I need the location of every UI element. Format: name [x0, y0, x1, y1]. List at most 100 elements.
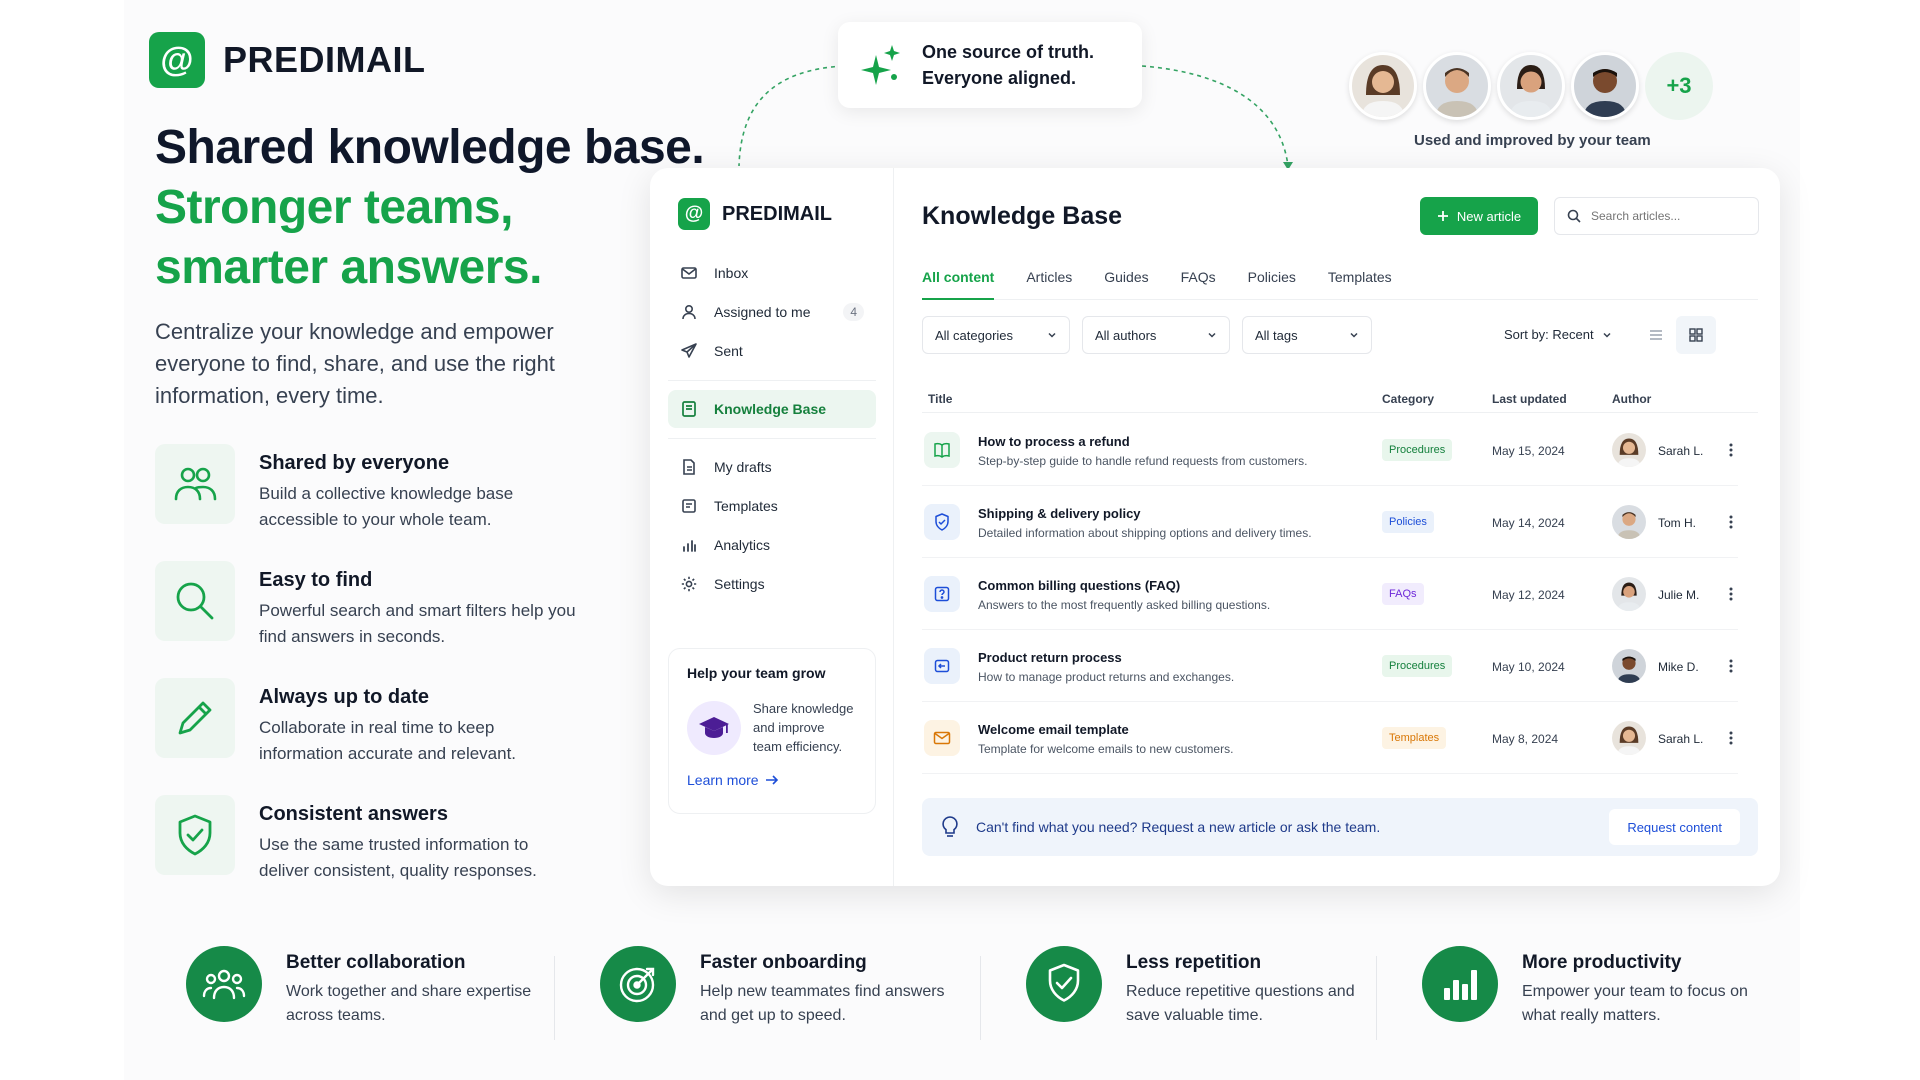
table-row[interactable]: Product return process How to manage pro…	[922, 630, 1738, 702]
hero-subtitle: Stronger teams, smarter answers.	[155, 178, 542, 298]
filter-label: All categories	[935, 327, 1014, 343]
table-row[interactable]: Welcome email template Template for welc…	[922, 702, 1738, 774]
main-panel: Knowledge Base New article All content A…	[894, 168, 1780, 886]
sidebar-divider	[668, 380, 876, 381]
table-row[interactable]: Shipping & delivery policy Detailed info…	[922, 486, 1738, 558]
feature-desc: Use the same trusted information to deli…	[259, 835, 537, 880]
sidebar-item-label: Knowledge Base	[714, 401, 827, 417]
column-header-category[interactable]: Category	[1382, 392, 1434, 406]
book-open-icon	[924, 432, 960, 468]
sidebar-item-drafts[interactable]: My drafts	[668, 448, 876, 486]
feature-title: Easy to find	[259, 569, 373, 591]
graduation-cap-icon	[687, 700, 741, 755]
feature-desc: Collaborate in real time to keep informa…	[259, 718, 517, 763]
article-description: Detailed information about shipping opti…	[978, 526, 1312, 540]
article-title[interactable]: Welcome email template	[978, 722, 1129, 737]
article-description: Template for welcome emails to new custo…	[978, 742, 1234, 756]
return-icon	[924, 648, 960, 684]
benefit-desc: Help new teammates find answers and get …	[700, 983, 945, 1024]
promo-text: Share knowledge and improve team efficie…	[753, 701, 854, 754]
more-actions-icon[interactable]	[1722, 656, 1740, 676]
request-content-button[interactable]: Request content	[1609, 809, 1740, 845]
tab-guides[interactable]: Guides	[1104, 264, 1148, 300]
more-actions-icon[interactable]	[1722, 584, 1740, 604]
sidebar-item-sent[interactable]: Sent	[668, 332, 876, 370]
team-avatars: +3	[1349, 52, 1713, 120]
assigned-count-badge: 4	[843, 303, 864, 321]
hero-subtitle-line2: smarter answers.	[155, 241, 542, 294]
benefit-desc: Empower your team to focus on what reall…	[1522, 983, 1748, 1024]
sidebar-item-label: Sent	[714, 343, 743, 359]
article-title[interactable]: Product return process	[978, 650, 1122, 665]
grid-view-button[interactable]	[1676, 316, 1716, 354]
benefit-desc: Reduce repetitive questions and save val…	[1126, 983, 1355, 1024]
search-icon	[1567, 209, 1581, 223]
search-box[interactable]	[1554, 197, 1759, 235]
more-actions-icon[interactable]	[1722, 728, 1740, 748]
content-tabs: All content Articles Guides FAQs Policie…	[922, 264, 1758, 300]
chevron-down-icon	[1602, 330, 1612, 340]
sort-dropdown[interactable]: Sort by: Recent	[1504, 327, 1612, 342]
search-input[interactable]	[1591, 209, 1741, 223]
divider	[980, 956, 981, 1040]
new-article-button[interactable]: New article	[1420, 197, 1538, 235]
bar-chart-icon	[1422, 946, 1498, 1022]
brand-logo: @	[678, 198, 710, 230]
shield-check-icon	[155, 795, 235, 875]
article-title[interactable]: Common billing questions (FAQ)	[978, 578, 1180, 593]
category-filter[interactable]: All categories	[922, 316, 1070, 354]
sidebar-item-settings[interactable]: Settings	[668, 565, 876, 603]
column-header-author[interactable]: Author	[1612, 392, 1651, 406]
category-badge: Procedures	[1382, 439, 1453, 461]
more-actions-icon[interactable]	[1722, 512, 1740, 532]
tab-policies[interactable]: Policies	[1248, 264, 1296, 300]
feature-title: Always up to date	[259, 686, 430, 708]
column-header-updated[interactable]: Last updated	[1492, 392, 1567, 406]
template-icon	[680, 497, 698, 515]
tab-articles[interactable]: Articles	[1026, 264, 1072, 300]
more-actions-icon[interactable]	[1722, 440, 1740, 460]
tag-filter[interactable]: All tags	[1242, 316, 1372, 354]
sidebar-item-inbox[interactable]: Inbox	[668, 254, 876, 292]
benefit-item: Faster onboarding Help new teammates fin…	[600, 946, 960, 1028]
avatar	[1612, 505, 1646, 539]
sidebar-item-knowledge-base[interactable]: Knowledge Base	[668, 390, 876, 428]
sidebar-item-analytics[interactable]: Analytics	[668, 526, 876, 564]
sidebar-brand: @ PREDIMAIL	[678, 198, 832, 230]
column-header-title[interactable]: Title	[928, 392, 952, 406]
category-badge: Policies	[1382, 511, 1434, 533]
connector-line-right	[1141, 65, 1293, 170]
list-view-button[interactable]	[1636, 316, 1676, 354]
lightbulb-icon	[940, 815, 960, 839]
tab-templates[interactable]: Templates	[1328, 264, 1392, 300]
avatar	[1612, 433, 1646, 467]
feature-item: Easy to find Powerful search and smart f…	[155, 561, 595, 678]
table-row[interactable]: Common billing questions (FAQ) Answers t…	[922, 558, 1738, 630]
more-members-badge[interactable]: +3	[1645, 52, 1713, 120]
hero-subtitle-line1: Stronger teams,	[155, 181, 513, 234]
new-article-label: New article	[1456, 208, 1522, 224]
sidebar-item-assigned[interactable]: Assigned to me 4	[668, 293, 876, 331]
author-name: Mike D.	[1658, 660, 1699, 674]
author-filter[interactable]: All authors	[1082, 316, 1230, 354]
learn-more-link[interactable]: Learn more	[687, 772, 857, 788]
benefit-title: Better collaboration	[286, 952, 466, 973]
divider	[1376, 956, 1377, 1040]
user-icon	[680, 303, 698, 321]
last-updated: May 8, 2024	[1492, 732, 1559, 746]
sidebar-item-templates[interactable]: Templates	[668, 487, 876, 525]
app-window: @ PREDIMAIL Inbox Assigned to me 4 Sent …	[650, 168, 1780, 886]
avatar	[1612, 577, 1646, 611]
article-title[interactable]: Shipping & delivery policy	[978, 506, 1141, 521]
table-row[interactable]: How to process a refund Step-by-step gui…	[922, 414, 1738, 486]
shield-check-icon	[1026, 946, 1102, 1022]
avatar	[1423, 52, 1491, 120]
tab-faqs[interactable]: FAQs	[1181, 264, 1216, 300]
help-text: Can't find what you need? Request a new …	[976, 819, 1381, 835]
connector-line-left	[738, 65, 844, 167]
feature-title: Shared by everyone	[259, 452, 450, 474]
bar-chart-icon	[680, 536, 698, 554]
tab-all-content[interactable]: All content	[922, 264, 995, 300]
article-title[interactable]: How to process a refund	[978, 434, 1130, 449]
question-icon	[924, 576, 960, 612]
